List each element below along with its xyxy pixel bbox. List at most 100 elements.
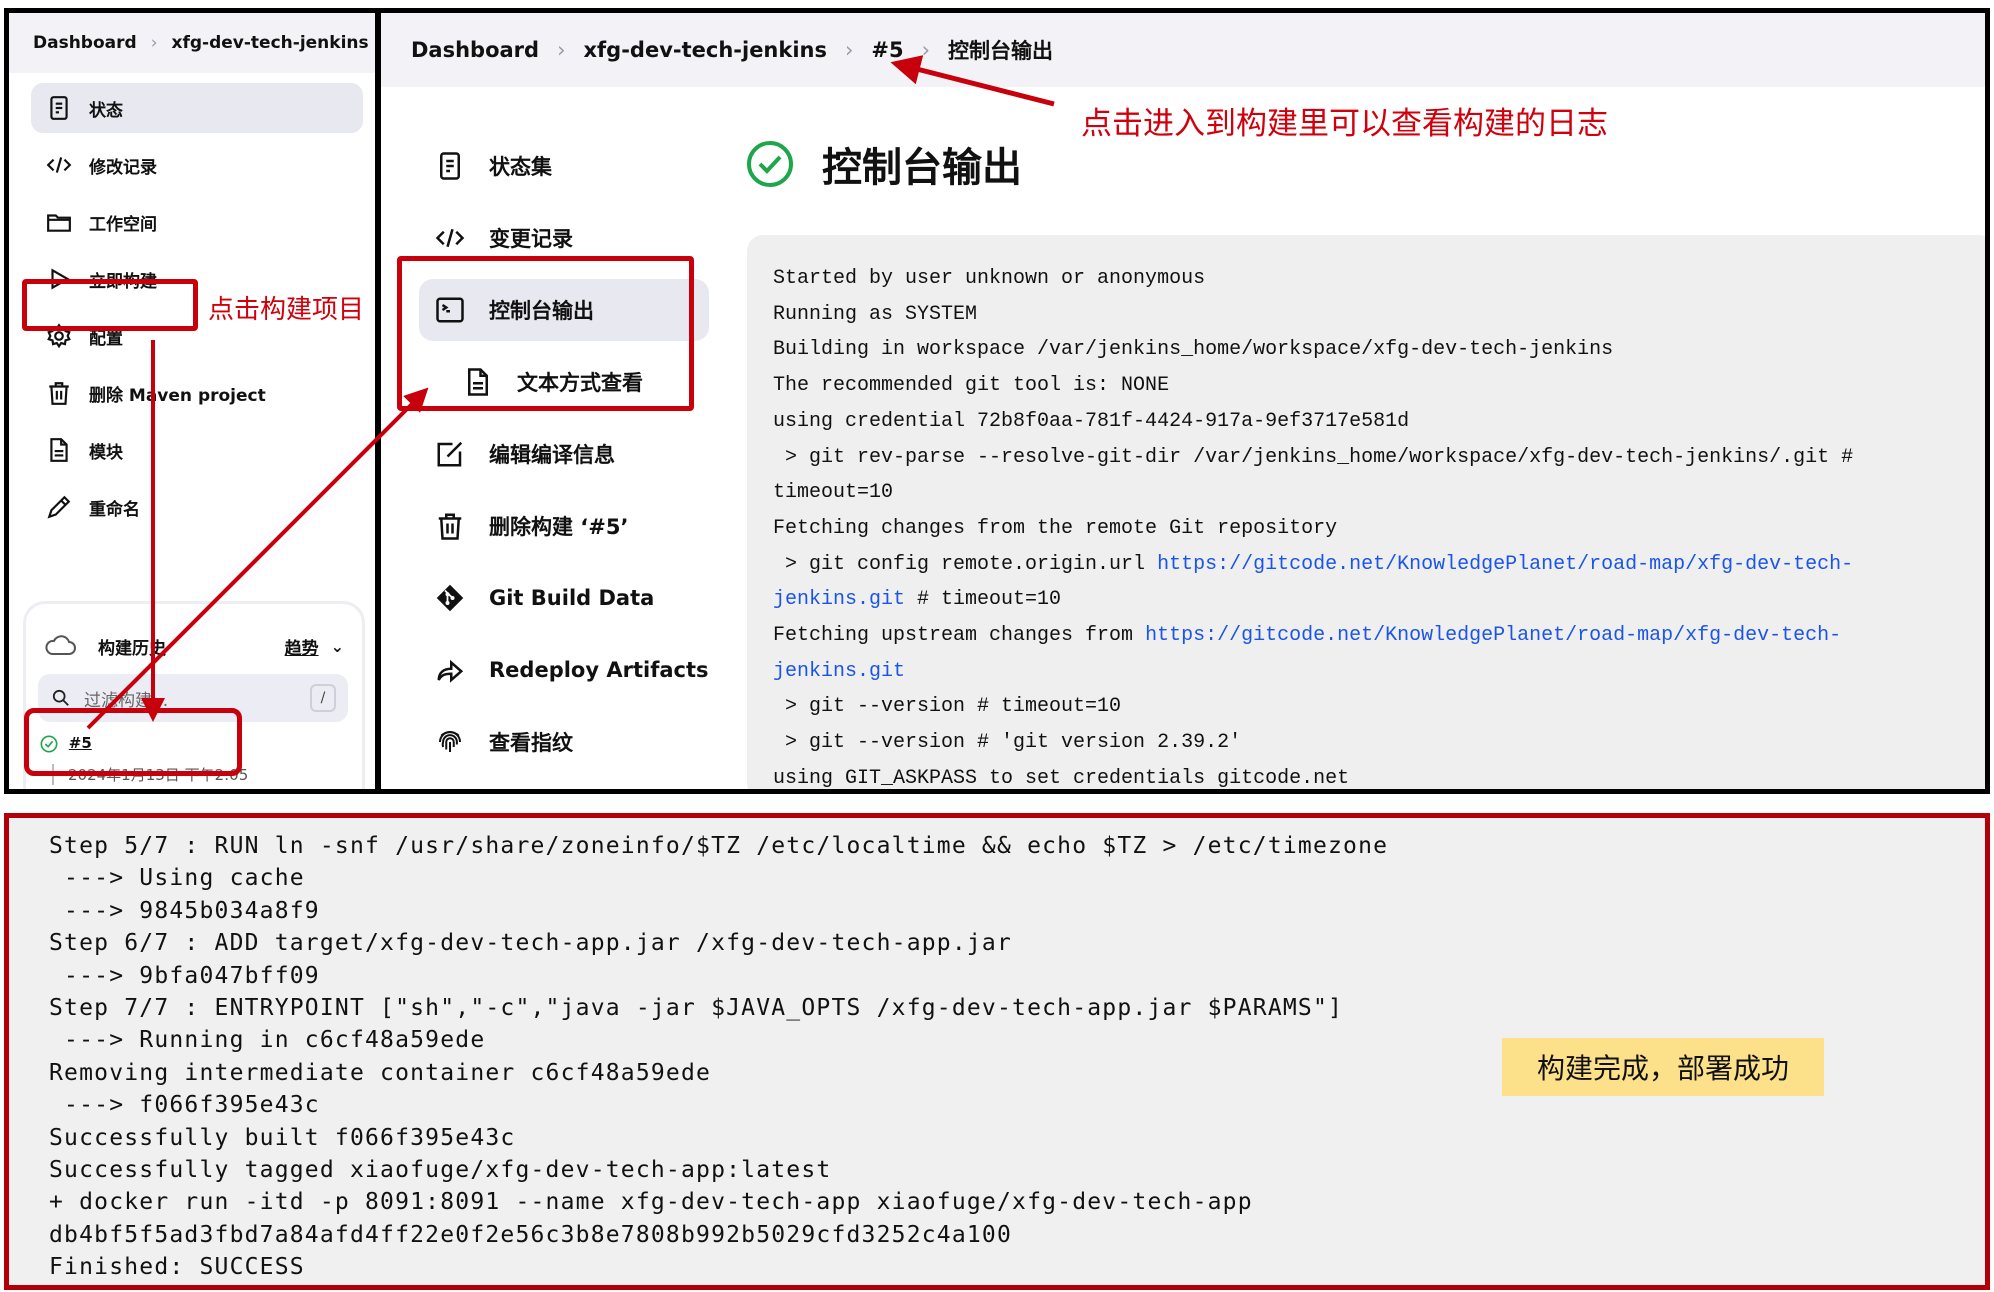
breadcrumb-dashboard[interactable]: Dashboard [411, 38, 539, 62]
left-jenkins-panel: Dashboard › xfg-dev-tech-jenkins › 状态 修改… [4, 8, 380, 794]
cloud-icon [44, 634, 76, 658]
terminal-line: ---> Running in c6cf48a59ede [49, 1027, 486, 1054]
terminal-line: Step 7/7 : ENTRYPOINT ["sh","-c","java -… [49, 995, 1344, 1022]
sidebar-item-label: 删除 Maven project [89, 385, 266, 406]
breadcrumb-console[interactable]: 控制台输出 [948, 35, 1053, 65]
menu-item-label: 删除构建 ‘#5’ [489, 515, 629, 539]
page-title-text: 控制台输出 [822, 145, 1022, 191]
git-icon [433, 581, 467, 615]
repo-link[interactable]: https://gitcode.net/KnowledgePlanet/road… [1145, 624, 1841, 647]
repo-link[interactable]: jenkins.git [773, 588, 905, 611]
chevron-right-icon: › [150, 33, 158, 53]
chevron-right-icon: › [921, 38, 931, 62]
search-icon [52, 689, 70, 707]
sidebar-item-label: 工作空间 [89, 214, 157, 235]
console-text: > git rev-parse --resolve-git-dir /var/j… [773, 445, 1854, 469]
repo-link[interactable]: jenkins.git [773, 660, 905, 683]
terminal-line: ---> 9bfa047bff09 [49, 962, 320, 989]
code-icon [45, 151, 73, 179]
terminal-line: db4bf5f5ad3fbd7a84afd4ff22e0f2e56c3b8e78… [49, 1221, 1013, 1248]
console-text: Building in workspace /var/jenkins_home/… [773, 338, 1614, 362]
menu-item-delete-build[interactable]: 删除构建 ‘#5’ [419, 495, 719, 557]
sidebar-item-workspace[interactable]: 工作空间 [31, 197, 363, 247]
terminal-line: Removing intermediate container c6cf48a5… [49, 1059, 712, 1086]
console-line: Fetching changes from the remote Git rep… [773, 511, 1985, 547]
sidebar-item-delete-project[interactable]: 删除 Maven project [31, 368, 363, 418]
highlight-console-output [397, 256, 694, 411]
console-line: > git --version # 'git version 2.39.2' [773, 725, 1985, 761]
page-title: 控制台输出 [746, 135, 1022, 193]
console-text: timeout=10 [773, 481, 894, 505]
menu-item-status[interactable]: 状态集 [419, 135, 719, 197]
result-note: 构建完成，部署成功 [1502, 1038, 1824, 1096]
console-line: > git --version # timeout=10 [773, 689, 1985, 725]
menu-item-git-build-data[interactable]: Git Build Data [419, 567, 719, 629]
console-output: Started by user unknown or anonymous Runn… [747, 235, 1985, 790]
console-line: > git rev-parse --resolve-git-dir /var/j… [773, 440, 1985, 476]
annotation-view-log: 点击进入到构建里可以查看构建的日志 [1081, 106, 1608, 142]
chevron-right-icon: › [557, 38, 566, 62]
breadcrumb-project[interactable]: xfg-dev-tech-jenkins [583, 38, 827, 62]
build-history-title: 构建历史 [98, 638, 166, 659]
console-line: Fetching upstream changes from https://g… [773, 618, 1985, 654]
highlight-build-item [24, 708, 242, 776]
menu-item-redeploy-artifacts[interactable]: Redeploy Artifacts [419, 639, 719, 701]
sidebar-item-label: 重命名 [89, 499, 140, 520]
terminal-line: Step 5/7 : RUN ln -snf /usr/share/zonein… [49, 833, 1389, 859]
menu-item-label: Git Build Data [489, 586, 655, 610]
breadcrumb-dashboard[interactable]: Dashboard [33, 33, 137, 53]
terminal-line: Step 6/7 : ADD target/xfg-dev-tech-app.j… [49, 930, 1013, 957]
menu-item-label: 状态集 [489, 155, 552, 179]
sidebar-item-modules[interactable]: 模块 [31, 425, 363, 475]
terminal-line: Successfully built f066f395e43c [49, 1124, 516, 1151]
menu-item-label: 编辑编译信息 [489, 443, 615, 467]
terminal-line: ---> Using cache [49, 865, 305, 892]
console-line: > git config remote.origin.url https://g… [773, 547, 1985, 583]
chevron-right-icon: › [845, 38, 854, 62]
menu-item-edit-build-info[interactable]: 编辑编译信息 [419, 423, 719, 485]
sidebar-item-label: 状态 [89, 100, 123, 121]
highlight-build-now [22, 279, 198, 331]
terminal-line: Successfully tagged xiaofuge/xfg-dev-tec… [49, 1157, 832, 1184]
sidebar-item-status[interactable]: 状态 [31, 83, 363, 133]
document-icon [45, 94, 73, 122]
trash-icon [433, 509, 467, 543]
fingerprint-icon [433, 725, 467, 759]
menu-item-fingerprints[interactable]: 查看指纹 [419, 711, 719, 773]
console-line: using credential 72b8f0aa-781f-4424-917a… [773, 404, 1985, 440]
sidebar-item-label: 修改记录 [89, 157, 157, 178]
chevron-down-icon[interactable]: ⌄ [331, 637, 344, 656]
breadcrumb: Dashboard › xfg-dev-tech-jenkins › #5 › … [381, 13, 1985, 87]
folder-icon [45, 208, 73, 236]
code-icon [433, 221, 467, 255]
console-text: Started by user unknown or anonymous [773, 267, 1206, 290]
console-line: Running as SYSTEM [773, 297, 1985, 333]
trend-link[interactable]: 趋势 [285, 634, 319, 659]
console-line: Building in workspace /var/jenkins_home/… [773, 332, 1985, 368]
console-text: Running as SYSTEM [773, 302, 978, 326]
console-text: > git --version # 'git version 2.39.2' [773, 731, 1242, 755]
repo-link[interactable]: https://gitcode.net/KnowledgePlanet/road… [1157, 553, 1853, 576]
edit-icon [433, 437, 467, 471]
menu-item-label: 查看指纹 [489, 731, 573, 755]
sidebar-item-rename[interactable]: 重命名 [31, 482, 363, 532]
success-icon [747, 141, 793, 187]
console-text: using GIT_ASKPASS to set credentials git… [773, 766, 1350, 790]
console-text: Fetching upstream changes from [773, 624, 1146, 648]
trash-icon [45, 379, 73, 407]
console-text: # timeout=10 [905, 588, 1062, 612]
console-text: using credential 72b8f0aa-781f-4424-917a… [773, 409, 1410, 433]
console-line: Started by user unknown or anonymous [773, 261, 1985, 297]
console-text: Fetching changes from the remote Git rep… [773, 516, 1338, 540]
menu-item-label: Redeploy Artifacts [489, 658, 709, 682]
build-history-header: 构建历史 趋势 ⌄ [44, 628, 344, 664]
console-line: using GIT_ASKPASS to set credentials git… [773, 761, 1985, 790]
document-icon [433, 149, 467, 183]
annotation-click-build: 点击构建项目 [208, 295, 365, 325]
breadcrumb-project[interactable]: xfg-dev-tech-jenkins [172, 33, 369, 53]
sidebar-item-label: 模块 [89, 442, 123, 463]
sidebar-item-changes[interactable]: 修改记录 [31, 140, 363, 190]
breadcrumb-build[interactable]: #5 [871, 38, 903, 62]
breadcrumb: Dashboard › xfg-dev-tech-jenkins › [9, 13, 375, 73]
console-line: The recommended git tool is: NONE [773, 368, 1985, 404]
